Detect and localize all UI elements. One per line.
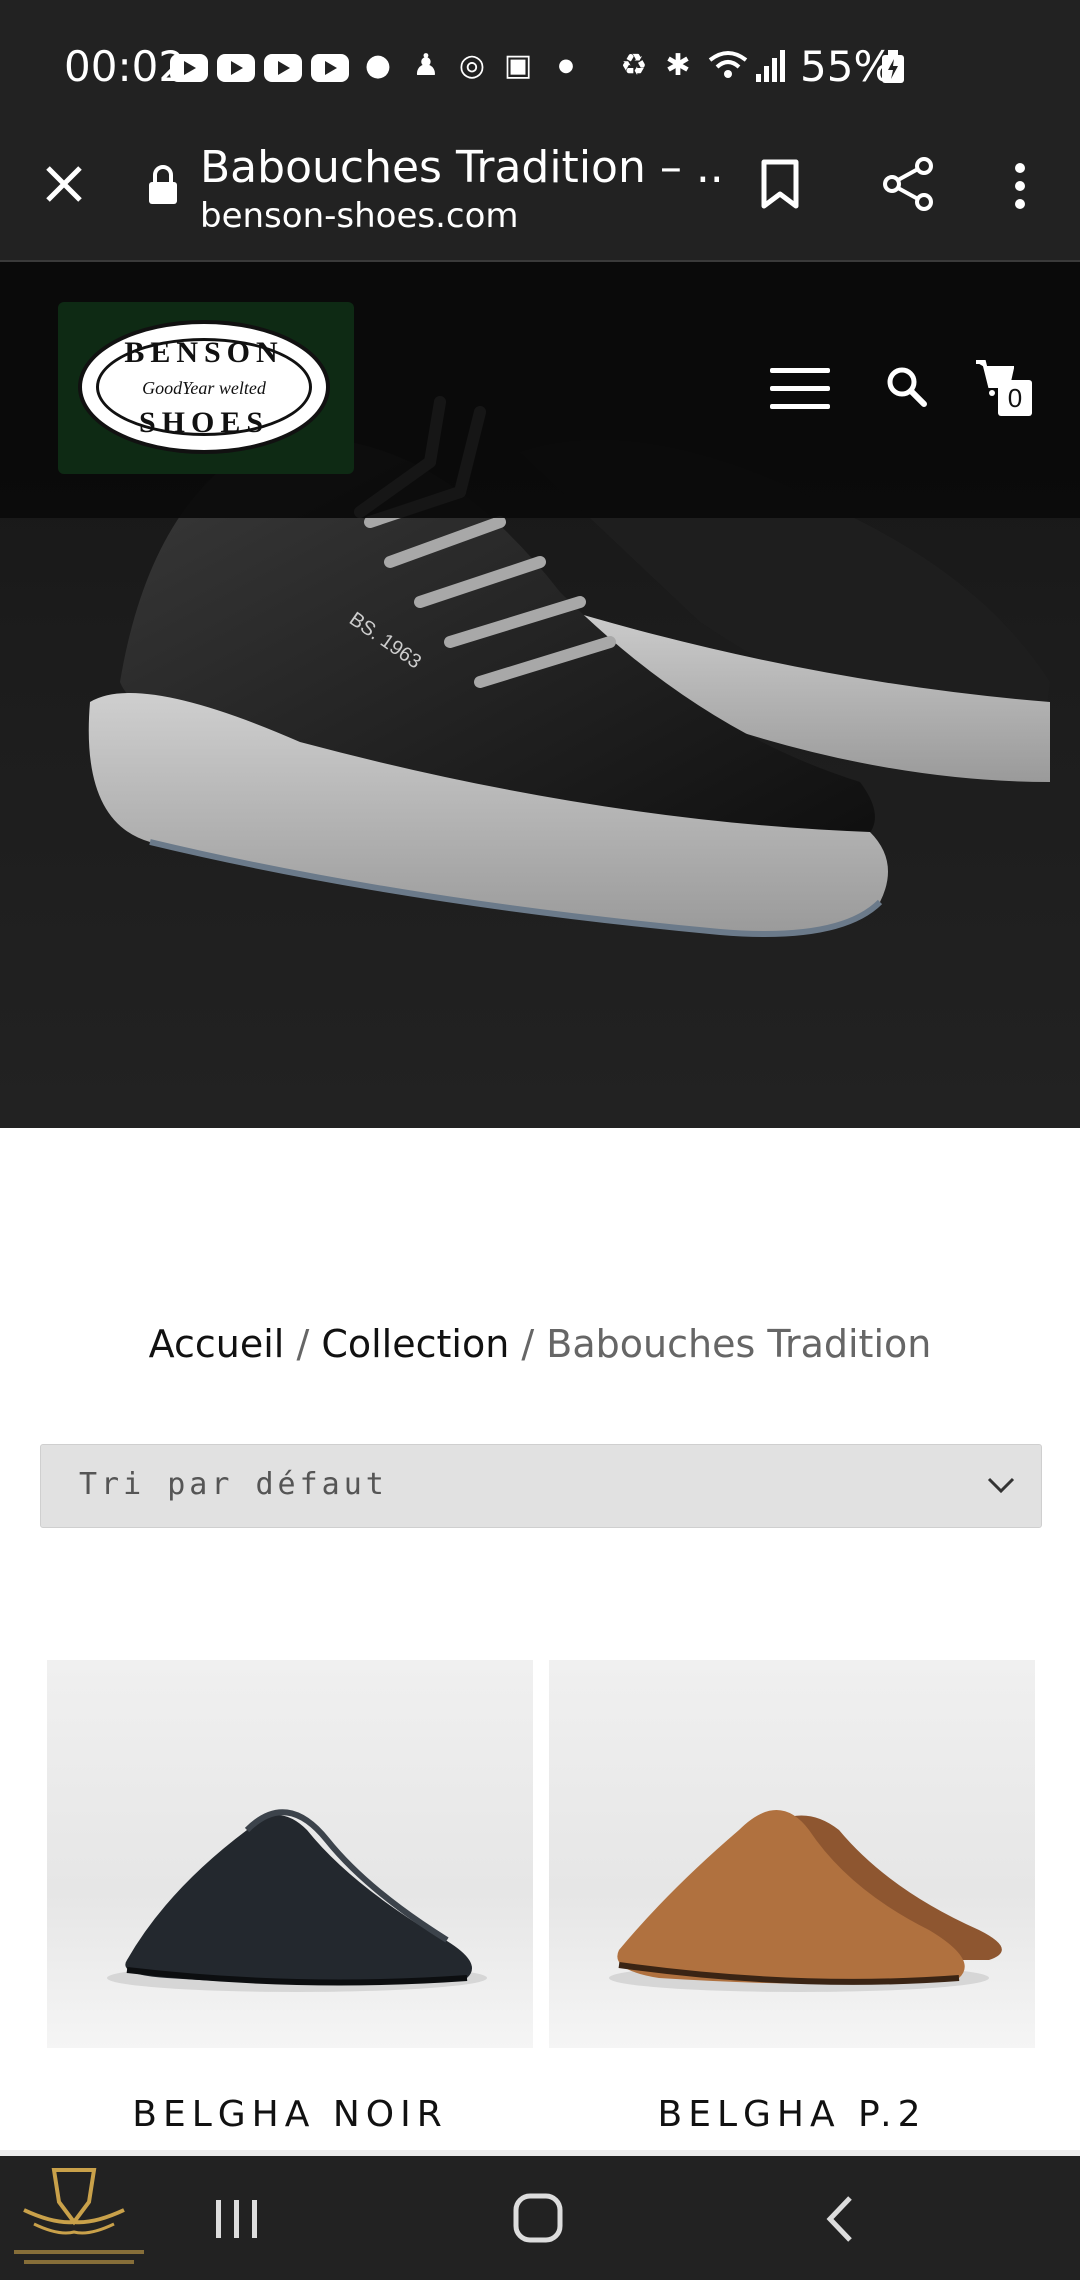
close-icon[interactable] [42, 162, 86, 206]
chevron-down-icon [987, 1477, 1015, 1494]
babouche-image [107, 1809, 487, 1992]
recent-apps-icon[interactable] [212, 2196, 262, 2242]
sync-icon: ◎ [458, 48, 486, 83]
breadcrumb: Accueil / Collection / Babouches Traditi… [0, 1322, 1080, 1366]
breadcrumb-separator: / [284, 1322, 322, 1366]
product-image[interactable] [549, 1660, 1035, 2048]
babouche-image [609, 1810, 1002, 1992]
logo-middle-text: GoodYear welted [142, 378, 266, 398]
bookmark-icon[interactable] [760, 158, 800, 210]
status-bar: 00:02 ● ♟ ◎ ▣ ● ♻ ✱ 55% [0, 0, 1080, 130]
breadcrumb-separator: / [509, 1322, 547, 1366]
watermark-logo-icon [14, 2168, 144, 2264]
more-options-icon[interactable] [1008, 160, 1032, 212]
product-card[interactable]: BELGHA P.2 [549, 1660, 1035, 2135]
breadcrumb-collection-link[interactable]: Collection [321, 1322, 509, 1366]
logo-top-text: BENSON [124, 336, 284, 369]
dot-icon: ● [558, 55, 574, 76]
youtube-icon [264, 54, 302, 82]
product-name[interactable]: BELGHA NOIR [47, 2094, 533, 2135]
youtube-icon [217, 54, 255, 82]
cart-count-badge: 0 [998, 380, 1032, 416]
page-title[interactable]: Babouches Tradition – ... [200, 142, 720, 193]
product-image[interactable] [47, 1660, 533, 2048]
page-url[interactable]: benson-shoes.com [200, 196, 519, 236]
youtube-icon [170, 54, 208, 82]
breadcrumb-current: Babouches Tradition [546, 1322, 932, 1366]
bluetooth-icon: ✱ [665, 48, 691, 83]
cart-button[interactable]: 0 [974, 358, 1034, 418]
back-icon[interactable] [820, 2194, 860, 2244]
share-icon[interactable] [880, 156, 936, 212]
breadcrumb-home-link[interactable]: Accueil [149, 1322, 285, 1366]
system-nav-bar [0, 2156, 1080, 2280]
app-icon: ♟ [412, 48, 440, 83]
sort-selected-value: Tri par défaut [79, 1467, 388, 1502]
product-card[interactable]: BELGHA NOIR [47, 1660, 533, 2135]
lock-icon[interactable] [146, 162, 180, 206]
logo-bottom-text: SHOES [138, 406, 270, 439]
hamburger-menu-icon[interactable] [770, 368, 830, 410]
site-logo[interactable]: BENSON GoodYear welted SHOES [58, 302, 354, 474]
search-icon[interactable] [884, 364, 928, 408]
recycle-icon: ♻ [620, 48, 648, 83]
home-icon[interactable] [512, 2192, 566, 2246]
clock: 00:02 [64, 42, 186, 91]
youtube-icon [311, 54, 349, 82]
battery-icon [882, 50, 904, 83]
sort-dropdown[interactable]: Tri par défaut [40, 1444, 1042, 1528]
account-icon: ● [364, 48, 392, 83]
signal-icon [708, 50, 785, 82]
product-name[interactable]: BELGHA P.2 [549, 2094, 1035, 2135]
browser-toolbar: Babouches Tradition – ... benson-shoes.c… [0, 130, 1080, 262]
box-icon: ▣ [503, 48, 533, 83]
